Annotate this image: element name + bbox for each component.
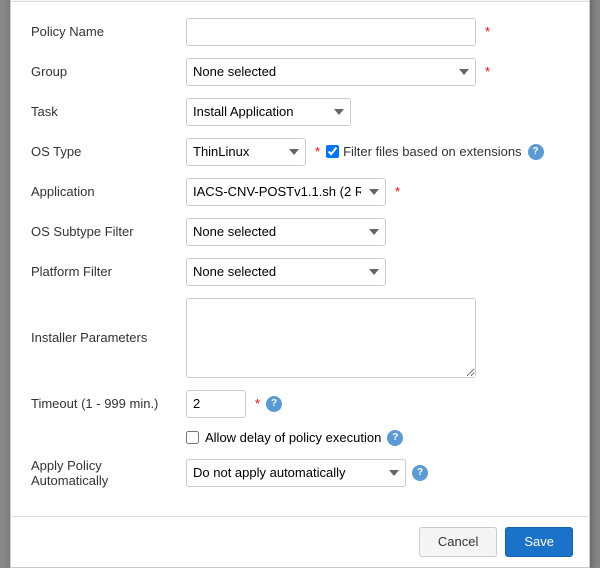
os-type-required: *	[315, 144, 320, 159]
filter-checkbox[interactable]	[326, 145, 339, 158]
dialog-add-standard-app-policy: Add Standard App Policy × Policy Name * …	[10, 0, 590, 568]
apply-policy-label: Apply Policy Automatically	[31, 458, 186, 488]
task-select[interactable]: Install Application	[186, 98, 351, 126]
cancel-button[interactable]: Cancel	[419, 527, 497, 557]
os-subtype-select[interactable]: None selected	[186, 218, 386, 246]
os-subtype-label: OS Subtype Filter	[31, 224, 186, 239]
platform-select[interactable]: None selected	[186, 258, 386, 286]
installer-params-label: Installer Parameters	[31, 330, 186, 345]
platform-label: Platform Filter	[31, 264, 186, 279]
task-label: Task	[31, 104, 186, 119]
application-control: IACS-CNV-POSTv1.1.sh (2 Reposi *	[186, 178, 569, 206]
allow-delay-help-icon[interactable]: ?	[387, 430, 403, 446]
policy-name-required: *	[485, 24, 490, 39]
allow-delay-checkbox[interactable]	[186, 431, 199, 444]
group-label: Group	[31, 64, 186, 79]
os-subtype-row: OS Subtype Filter None selected	[31, 218, 569, 246]
dialog-footer: Cancel Save	[11, 516, 589, 567]
os-type-control: ThinLinux * Filter files based on extens…	[186, 138, 569, 166]
application-label: Application	[31, 184, 186, 199]
filter-help-icon[interactable]: ?	[528, 144, 544, 160]
apply-policy-row: Apply Policy Automatically Do not apply …	[31, 458, 569, 488]
platform-row: Platform Filter None selected	[31, 258, 569, 286]
group-control: None selected *	[186, 58, 569, 86]
dialog-body: Policy Name * Group None selected * Task…	[11, 2, 589, 516]
installer-params-textarea[interactable]	[186, 298, 476, 378]
timeout-help-icon[interactable]: ?	[266, 396, 282, 412]
application-select[interactable]: IACS-CNV-POSTv1.1.sh (2 Reposi	[186, 178, 386, 206]
apply-policy-help-icon[interactable]: ?	[412, 465, 428, 481]
filter-label: Filter files based on extensions	[343, 144, 521, 159]
installer-params-row: Installer Parameters	[31, 298, 569, 378]
installer-params-control	[186, 298, 569, 378]
application-row: Application IACS-CNV-POSTv1.1.sh (2 Repo…	[31, 178, 569, 206]
os-type-label: OS Type	[31, 144, 186, 159]
save-button[interactable]: Save	[505, 527, 573, 557]
timeout-control: * ?	[186, 390, 569, 418]
task-control: Install Application	[186, 98, 569, 126]
timeout-required: *	[255, 396, 260, 411]
platform-control: None selected	[186, 258, 569, 286]
filter-checkbox-label[interactable]: Filter files based on extensions	[326, 144, 521, 159]
timeout-input[interactable]	[186, 390, 246, 418]
group-required: *	[485, 64, 490, 79]
os-subtype-control: None selected	[186, 218, 569, 246]
policy-name-label: Policy Name	[31, 24, 186, 39]
application-required: *	[395, 184, 400, 199]
policy-name-input[interactable]	[186, 18, 476, 46]
apply-policy-select[interactable]: Do not apply automatically	[186, 459, 406, 487]
policy-name-row: Policy Name *	[31, 18, 569, 46]
task-row: Task Install Application	[31, 98, 569, 126]
timeout-row: Timeout (1 - 999 min.) * ?	[31, 390, 569, 418]
policy-name-control: *	[186, 18, 569, 46]
os-type-row: OS Type ThinLinux * Filter files based o…	[31, 138, 569, 166]
timeout-label: Timeout (1 - 999 min.)	[31, 396, 186, 411]
allow-delay-label: Allow delay of policy execution	[205, 430, 381, 445]
apply-policy-control: Do not apply automatically ?	[186, 459, 569, 487]
group-select[interactable]: None selected	[186, 58, 476, 86]
group-row: Group None selected *	[31, 58, 569, 86]
os-type-select[interactable]: ThinLinux	[186, 138, 306, 166]
allow-delay-row: Allow delay of policy execution ?	[31, 430, 569, 446]
